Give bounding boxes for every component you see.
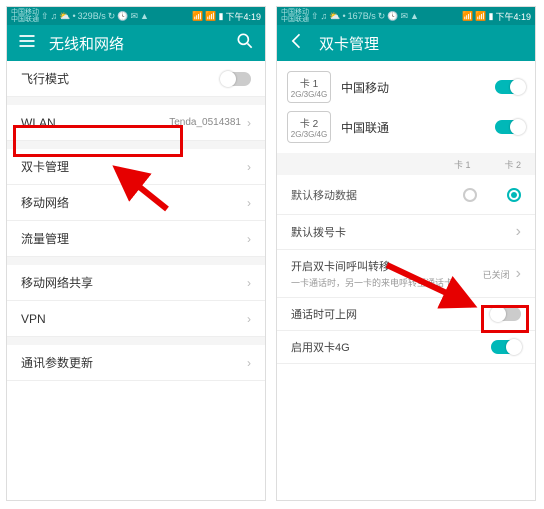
- radio-sim1[interactable]: [463, 188, 477, 202]
- clock: 下午4:19: [495, 10, 531, 23]
- label: 默认移动数据: [291, 187, 433, 203]
- sim-row-2[interactable]: 卡 2 2G/3G/4G 中国联通: [287, 111, 525, 143]
- sublabel: 一卡通话时，另一卡的来电呼转至通话卡: [291, 276, 483, 289]
- chevron-right-icon: ›: [247, 160, 251, 174]
- chevron-right-icon: ›: [247, 312, 251, 326]
- chevron-right-icon: ›: [247, 356, 251, 370]
- label: 双卡管理: [21, 158, 247, 175]
- toggle-airplane[interactable]: [221, 72, 251, 86]
- toggle-dual-4g[interactable]: [491, 340, 521, 354]
- menu-icon[interactable]: [17, 31, 37, 55]
- sim-carrier: 中国联通: [341, 119, 485, 136]
- phone-right-screenshot: 中国移动中国联通 ⇧♫⛅• 167B/s ↻🕓✉▲ 📶📶▮ 下午4:19 双卡管…: [276, 6, 536, 501]
- label: 开启双卡间呼叫转移: [291, 258, 483, 274]
- clock: 下午4:19: [225, 10, 261, 23]
- state-text: 已关闭: [483, 268, 510, 281]
- radio-sim2[interactable]: [507, 188, 521, 202]
- row-traffic[interactable]: 流量管理 ›: [7, 221, 265, 257]
- page-title: 无线和网络: [49, 33, 124, 54]
- row-airplane-mode[interactable]: 飞行模式: [7, 61, 265, 97]
- chevron-right-icon: ›: [247, 276, 251, 290]
- carrier-label: 中国移动中国联通: [11, 9, 39, 23]
- sim-row-1[interactable]: 卡 1 2G/3G/4G 中国移动: [287, 71, 525, 103]
- row-data-during-call[interactable]: 通话时可上网: [277, 298, 535, 331]
- wlan-ssid: Tenda_0514381: [169, 117, 241, 128]
- row-dual-sim[interactable]: 双卡管理 ›: [7, 149, 265, 185]
- titlebar-right: 双卡管理: [277, 25, 535, 61]
- label: 移动网络共享: [21, 274, 247, 291]
- label: 通讯参数更新: [21, 354, 247, 371]
- label: WLAN: [21, 116, 169, 130]
- page-title: 双卡管理: [319, 33, 379, 54]
- sim-carrier: 中国移动: [341, 79, 485, 96]
- chevron-right-icon: ›: [516, 265, 521, 283]
- label: VPN: [21, 312, 247, 326]
- upload-icon: ⇧: [41, 11, 49, 22]
- row-vpn[interactable]: VPN ›: [7, 301, 265, 337]
- label: 流量管理: [21, 230, 247, 247]
- search-icon[interactable]: [235, 31, 255, 55]
- toggle-sim2[interactable]: [495, 120, 525, 134]
- chevron-right-icon: ›: [516, 223, 521, 241]
- row-comm-update[interactable]: 通讯参数更新 ›: [7, 345, 265, 381]
- phone-left-screenshot: 中国移动中国联通 ⇧ ♫⛅• 329B/s ↻🕓✉▲ 📶📶▮ 下午4:19 无线…: [6, 6, 266, 501]
- row-mobile-network[interactable]: 移动网络 ›: [7, 185, 265, 221]
- netspeed: 167B/s: [348, 11, 376, 21]
- sim-cards-section: 卡 1 2G/3G/4G 中国移动 卡 2 2G/3G/4G 中国联通: [277, 61, 535, 153]
- toggle-data-during-call[interactable]: [491, 307, 521, 321]
- toggle-sim1[interactable]: [495, 80, 525, 94]
- row-tethering[interactable]: 移动网络共享 ›: [7, 265, 265, 301]
- sim-icon: 卡 2 2G/3G/4G: [287, 111, 331, 143]
- titlebar-left: 无线和网络: [7, 25, 265, 61]
- sim-icon: 卡 1 2G/3G/4G: [287, 71, 331, 103]
- statusbar: 中国移动中国联通 ⇧ ♫⛅• 329B/s ↻🕓✉▲ 📶📶▮ 下午4:19: [7, 7, 265, 25]
- netspeed: 329B/s: [78, 11, 106, 21]
- back-icon[interactable]: [287, 31, 307, 55]
- chevron-right-icon: ›: [247, 196, 251, 210]
- chevron-right-icon: ›: [247, 116, 251, 130]
- radio-header: 卡 1 卡 2: [277, 153, 535, 175]
- chevron-right-icon: ›: [247, 232, 251, 246]
- row-wlan[interactable]: WLAN Tenda_0514381 ›: [7, 105, 265, 141]
- row-default-data[interactable]: 默认移动数据: [277, 175, 535, 215]
- label: 飞行模式: [21, 70, 221, 87]
- row-call-forward[interactable]: 开启双卡间呼叫转移 一卡通话时，另一卡的来电呼转至通话卡 已关闭 ›: [277, 250, 535, 298]
- statusbar: 中国移动中国联通 ⇧♫⛅• 167B/s ↻🕓✉▲ 📶📶▮ 下午4:19: [277, 7, 535, 25]
- label: 移动网络: [21, 194, 247, 211]
- row-enable-dual-4g[interactable]: 启用双卡4G: [277, 331, 535, 364]
- row-default-call[interactable]: 默认拨号卡 ›: [277, 215, 535, 250]
